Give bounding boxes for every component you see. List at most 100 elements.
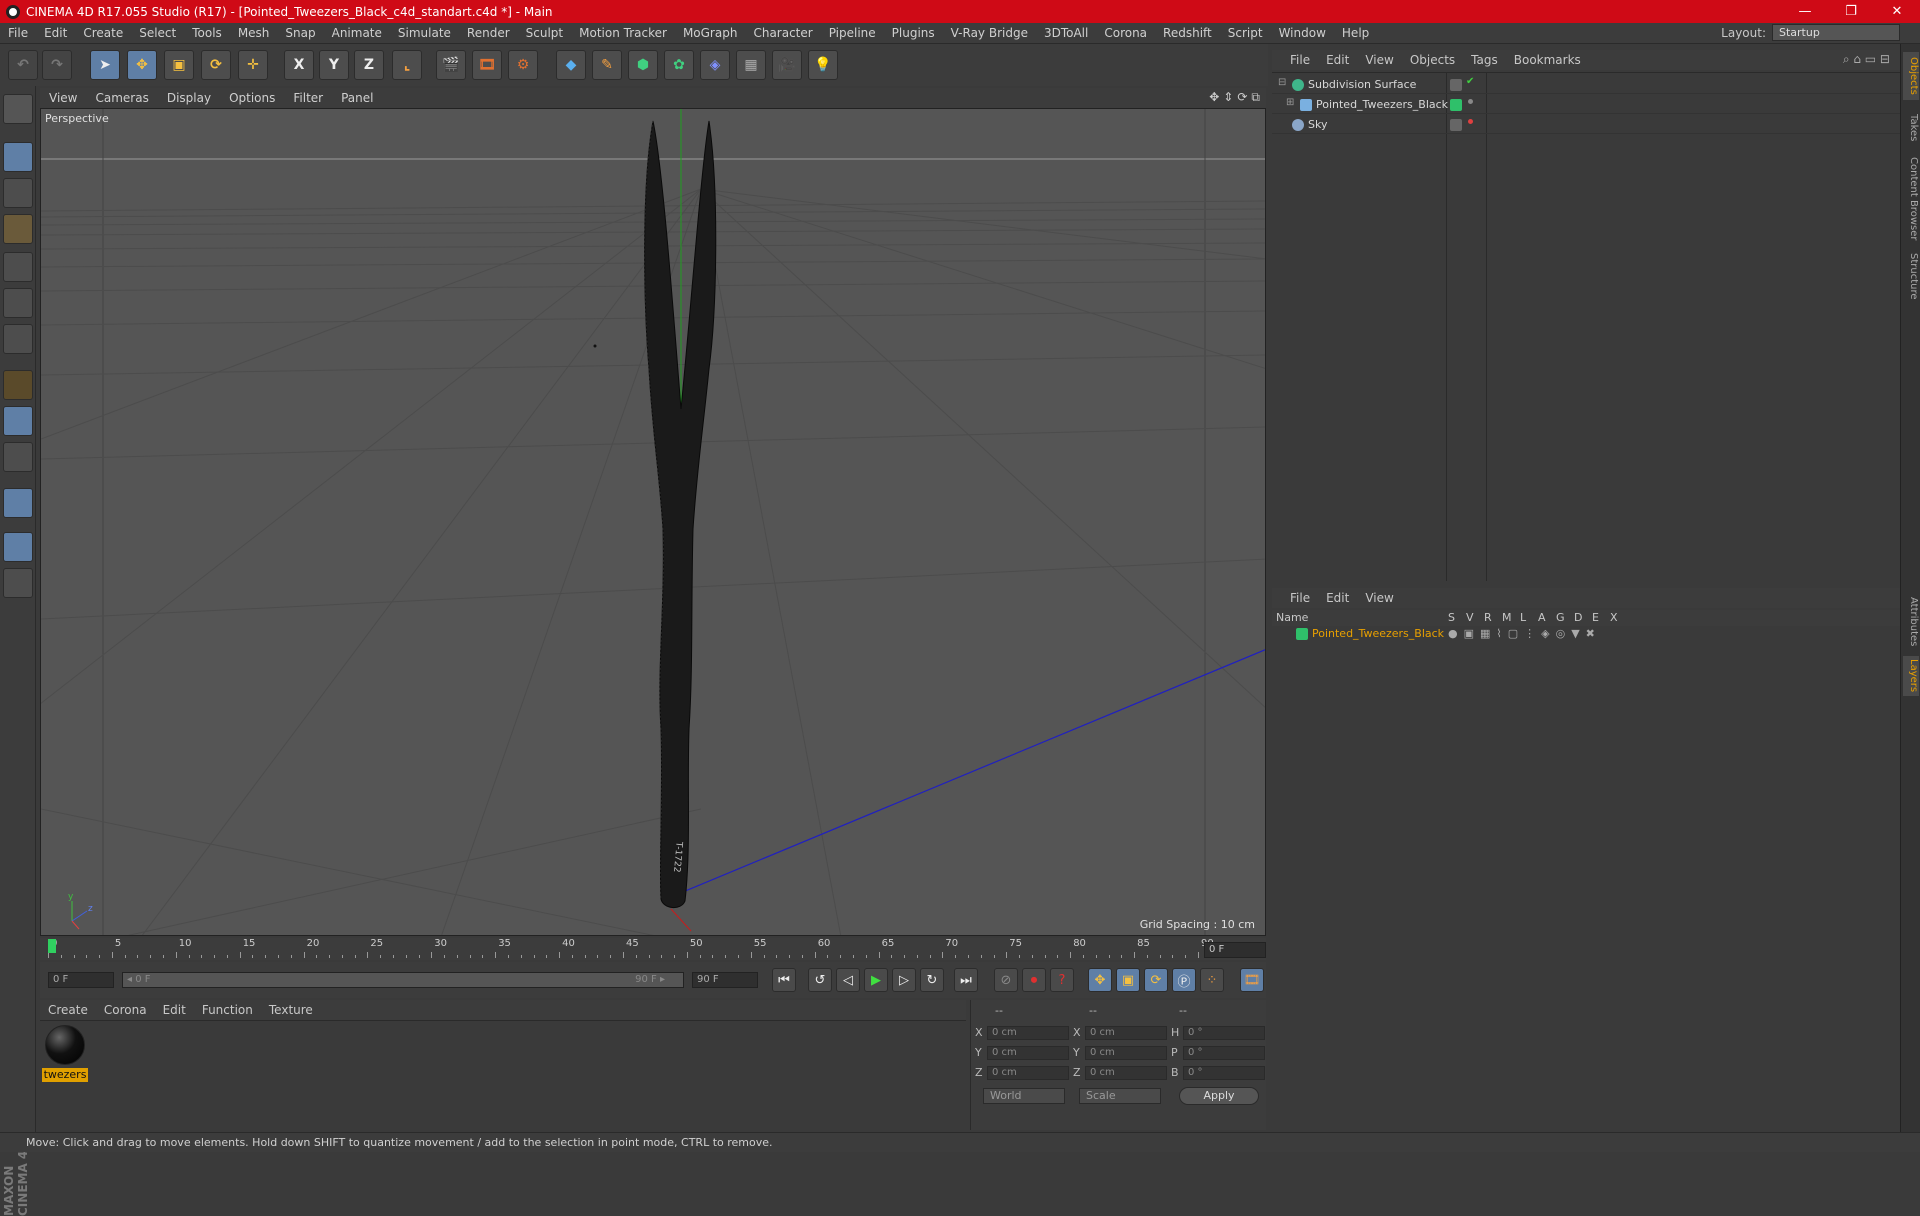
points-mode-icon[interactable]: [3, 252, 33, 282]
next-key-icon[interactable]: ↻: [920, 968, 944, 992]
menu-character[interactable]: Character: [745, 26, 820, 40]
light-object-icon[interactable]: 💡: [808, 50, 838, 80]
next-frame-icon[interactable]: ▷: [892, 968, 916, 992]
frame-ruler[interactable]: 051015202530354045505560657075808590: [48, 938, 1214, 960]
menu-script[interactable]: Script: [1220, 26, 1271, 40]
viewport-menu-filter[interactable]: Filter: [284, 91, 332, 105]
menu-help[interactable]: Help: [1334, 26, 1377, 40]
make-editable-icon[interactable]: [3, 94, 33, 124]
menu-snap[interactable]: Snap: [277, 26, 323, 40]
layer-row-pointed-tweezers[interactable]: Pointed_Tweezers_Black ●▣▦⌇▢⋮◈◎▼✖: [1272, 626, 1900, 642]
planar-workplane-icon[interactable]: [3, 568, 33, 598]
material-menu-corona[interactable]: Corona: [96, 1003, 155, 1017]
previous-frame-icon[interactable]: ◁: [836, 968, 860, 992]
go-to-end-icon[interactable]: ⏭: [954, 968, 978, 992]
end-frame-field[interactable]: 90 F: [692, 972, 758, 988]
preview-range-slider[interactable]: ◂ 0 F 90 F ▸: [122, 972, 684, 988]
previous-key-icon[interactable]: ↺: [808, 968, 832, 992]
z-axis-lock-icon[interactable]: Z: [354, 50, 384, 80]
coordinate-system-icon[interactable]: ⌞: [392, 50, 422, 80]
position-x-field[interactable]: 0 cm: [987, 1026, 1069, 1040]
zoom-view-icon[interactable]: ⇕: [1223, 90, 1233, 105]
material-menu-texture[interactable]: Texture: [261, 1003, 321, 1017]
timeline-window-icon[interactable]: 🎞: [1240, 968, 1264, 992]
object-menu-file[interactable]: File: [1282, 53, 1318, 67]
polygons-mode-icon[interactable]: [3, 324, 33, 354]
pan-view-icon[interactable]: ✥: [1209, 90, 1219, 105]
magnet-tool-icon[interactable]: [3, 488, 33, 518]
record-keys-icon[interactable]: ⊘: [994, 968, 1018, 992]
menu-tools[interactable]: Tools: [184, 26, 230, 40]
autokey-icon[interactable]: ⏺: [1022, 968, 1046, 992]
tab-content-browser[interactable]: Content Browser: [1903, 154, 1919, 244]
play-icon[interactable]: ▶: [864, 968, 888, 992]
menu-simulate[interactable]: Simulate: [390, 26, 459, 40]
layer-menu-view[interactable]: View: [1357, 591, 1401, 605]
render-picture-viewer-icon[interactable]: 🎞: [472, 50, 502, 80]
position-z-field[interactable]: 0 cm: [987, 1066, 1069, 1080]
perspective-viewport[interactable]: T-1722 y z Perspective Grid Spacing : 10…: [40, 108, 1266, 936]
menu-redshift[interactable]: Redshift: [1155, 26, 1220, 40]
viewport-menu-options[interactable]: Options: [220, 91, 284, 105]
texture-mode-icon[interactable]: [3, 178, 33, 208]
keyframe-selection-icon[interactable]: ?: [1050, 968, 1074, 992]
floor-object-icon[interactable]: ▦: [736, 50, 766, 80]
render-settings-icon[interactable]: ⚙: [508, 50, 538, 80]
maximize-button[interactable]: ❐: [1828, 0, 1874, 23]
object-menu-edit[interactable]: Edit: [1318, 53, 1357, 67]
layer-flag-icons[interactable]: ●▣▦⌇▢⋮◈◎▼✖: [1448, 627, 1601, 640]
go-to-start-icon[interactable]: ⏮: [772, 968, 796, 992]
undo-icon[interactable]: ↶: [8, 50, 38, 80]
cube-object-icon[interactable]: ◆: [556, 50, 586, 80]
layer-menu-edit[interactable]: Edit: [1318, 591, 1357, 605]
material-swatch[interactable]: twezers: [40, 1021, 92, 1085]
camera-object-icon[interactable]: 🎥: [772, 50, 802, 80]
redo-icon[interactable]: ↷: [42, 50, 72, 80]
object-menu-bookmarks[interactable]: Bookmarks: [1506, 53, 1589, 67]
tab-layers[interactable]: Layers: [1903, 656, 1919, 696]
viewport-menu-view[interactable]: View: [40, 91, 86, 105]
tab-structure[interactable]: Structure: [1903, 248, 1919, 304]
model-mode-icon[interactable]: [3, 142, 33, 172]
menu-vray-bridge[interactable]: V-Ray Bridge: [943, 26, 1036, 40]
object-menu-objects[interactable]: Objects: [1402, 53, 1463, 67]
menu-animate[interactable]: Animate: [324, 26, 390, 40]
object-row-sky[interactable]: Sky: [1272, 115, 1900, 134]
move-tool-icon[interactable]: ✥: [127, 50, 157, 80]
menu-edit[interactable]: Edit: [36, 26, 75, 40]
edges-mode-icon[interactable]: [3, 288, 33, 318]
menu-corona[interactable]: Corona: [1096, 26, 1155, 40]
enabled-check-icon[interactable]: ✔: [1466, 76, 1474, 87]
deformer-icon[interactable]: ◈: [700, 50, 730, 80]
array-generator-icon[interactable]: ✿: [664, 50, 694, 80]
key-scale-icon[interactable]: ▣: [1116, 968, 1140, 992]
key-position-icon[interactable]: ✥: [1088, 968, 1112, 992]
material-menu-create[interactable]: Create: [40, 1003, 96, 1017]
snap-toggle-icon[interactable]: [3, 442, 33, 472]
minimize-button[interactable]: —: [1782, 0, 1828, 23]
scale-tool-icon[interactable]: ▣: [164, 50, 194, 80]
subdivision-surface-icon[interactable]: ⬢: [628, 50, 658, 80]
object-search-icon[interactable]: ⌕ ⌂ ▭ ⊟: [1843, 52, 1890, 67]
menu-window[interactable]: Window: [1271, 26, 1334, 40]
toggle-layout-icon[interactable]: ⧉: [1251, 90, 1260, 105]
key-parameter-icon[interactable]: Ⓟ: [1172, 968, 1196, 992]
menu-mograph[interactable]: MoGraph: [675, 26, 746, 40]
playhead-marker[interactable]: [48, 939, 56, 953]
layout-select[interactable]: Startup: [1772, 24, 1900, 41]
material-menu-function[interactable]: Function: [194, 1003, 261, 1017]
render-view-icon[interactable]: 🎬: [436, 50, 466, 80]
viewport-menu-display[interactable]: Display: [158, 91, 220, 105]
rotation-p-field[interactable]: 0 °: [1183, 1046, 1265, 1060]
object-menu-view[interactable]: View: [1357, 53, 1401, 67]
size-z-field[interactable]: 0 cm: [1085, 1066, 1167, 1080]
x-axis-lock-icon[interactable]: X: [284, 50, 314, 80]
size-y-field[interactable]: 0 cm: [1085, 1046, 1167, 1060]
apply-button[interactable]: Apply: [1179, 1087, 1259, 1105]
menu-select[interactable]: Select: [131, 26, 184, 40]
material-menu-edit[interactable]: Edit: [155, 1003, 194, 1017]
object-row-pointed-tweezers[interactable]: ⊞ Pointed_Tweezers_Black: [1272, 95, 1900, 114]
tab-takes[interactable]: Takes: [1903, 108, 1919, 148]
size-mode-select[interactable]: Scale: [1079, 1088, 1161, 1104]
spline-pen-icon[interactable]: ✎: [592, 50, 622, 80]
